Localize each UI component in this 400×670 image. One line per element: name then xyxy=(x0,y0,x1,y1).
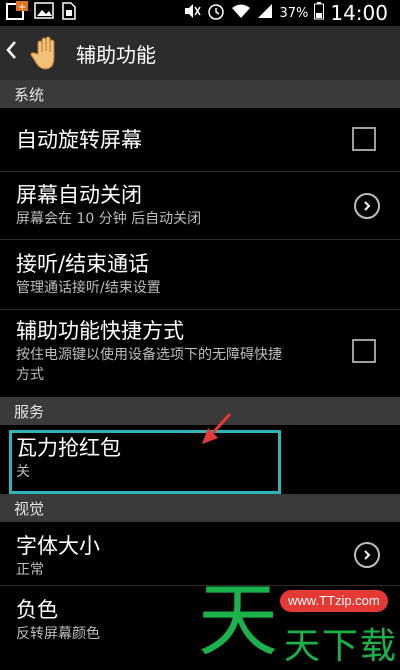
watermark-logo: 天 www.TTzip.com 天下载 xyxy=(198,573,400,670)
item-title: 辅助功能快捷方式 xyxy=(16,319,184,343)
back-arrow-icon xyxy=(6,41,16,59)
notification-plus-icon: + xyxy=(6,1,28,25)
item-title: 自动旋转屏幕 xyxy=(16,128,142,152)
sim-card-icon xyxy=(60,2,76,24)
answer-end-calls-item[interactable]: 接听/结束通话 管理通话接听/结束设置 xyxy=(0,240,400,310)
item-subtitle: 关 xyxy=(16,464,30,480)
back-button[interactable] xyxy=(4,38,22,68)
signal-icon xyxy=(257,3,273,23)
action-bar: 辅助功能 xyxy=(0,26,400,80)
svg-text:+: + xyxy=(18,2,26,13)
chevron-right-icon[interactable] xyxy=(354,542,380,568)
item-subtitle: 管理通话接听/结束设置 xyxy=(16,280,161,296)
wifi-icon xyxy=(231,3,251,23)
item-title: 屏幕自动关闭 xyxy=(16,183,142,207)
accessibility-shortcut-checkbox[interactable] xyxy=(352,339,376,363)
item-title: 字体大小 xyxy=(16,534,100,558)
page-title: 辅助功能 xyxy=(76,42,156,67)
red-arrow-annotation xyxy=(196,410,236,454)
item-subtitle-line-1: 按住电源键以使用设备选项下的无障碍快捷 xyxy=(16,347,282,363)
alarm-icon xyxy=(207,2,225,24)
auto-rotate-checkbox[interactable] xyxy=(352,127,376,151)
section-header-system: 系统 xyxy=(0,80,400,108)
item-title: 接听/结束通话 xyxy=(16,252,150,276)
status-bar: + 37% 14:00 xyxy=(0,0,400,26)
item-subtitle-line-2: 方式 xyxy=(16,367,44,383)
section-header-vision: 视觉 xyxy=(0,494,400,522)
screen-timeout-item[interactable]: 屏幕自动关闭 屏幕会在 10 分钟 后自动关闭 xyxy=(0,172,400,240)
accessibility-hand-icon xyxy=(28,34,66,72)
watermark-url: www.TTzip.com xyxy=(280,590,388,612)
battery-icon xyxy=(314,2,325,24)
gallery-icon xyxy=(34,2,54,24)
clock: 14:00 xyxy=(330,1,388,25)
auto-rotate-item[interactable]: 自动旋转屏幕 xyxy=(0,108,400,172)
accessibility-shortcut-item[interactable]: 辅助功能快捷方式 按住电源键以使用设备选项下的无障碍快捷 方式 xyxy=(0,310,400,398)
battery-percent: 37% xyxy=(279,5,309,21)
mute-icon xyxy=(183,3,202,23)
chevron-right-icon[interactable] xyxy=(354,193,380,219)
item-subtitle: 屏幕会在 10 分钟 后自动关闭 xyxy=(16,211,202,227)
watermark-big-char: 天 xyxy=(198,574,278,667)
watermark-text: 天下载 xyxy=(284,626,399,667)
